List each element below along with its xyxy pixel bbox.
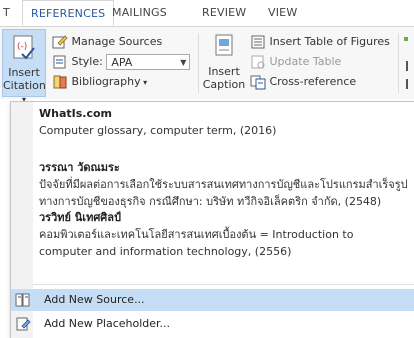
svg-text:(-): (-) (17, 42, 27, 52)
insert-caption-icon (215, 34, 233, 56)
tab-mailings[interactable]: MAILINGS (112, 0, 167, 26)
update-table-icon (251, 55, 265, 69)
style-select-value: APA (111, 56, 133, 69)
tab-review[interactable]: REVIEW (202, 0, 246, 26)
insert-citation-dropdown: WhatIs.com Computer glossary, computer t… (10, 101, 414, 338)
insert-table-of-figures-button[interactable]: Insert Table of Figures (250, 33, 390, 51)
tab-partial[interactable]: T (3, 0, 10, 26)
partial-label-mark (406, 79, 408, 89)
source-detail: Computer glossary, computer term, (2016) (39, 124, 277, 137)
update-table-button[interactable]: Update Table (250, 53, 341, 71)
chevron-down-icon: ▾ (140, 78, 148, 87)
source-detail: ทางการบัญชีของธุรกิจ กรณีศึกษา: บริษัท ท… (39, 195, 382, 208)
add-placeholder-icon (16, 317, 31, 331)
table-of-figures-icon (251, 35, 265, 49)
update-table-label: Update Table (269, 55, 342, 68)
chevron-down-icon: ▼ (180, 58, 187, 67)
bibliography-button[interactable]: Bibliography ▾ (52, 73, 147, 91)
cross-reference-button[interactable]: Cross-reference (250, 73, 356, 91)
insert-caption-label-2: Caption (202, 78, 246, 91)
add-new-placeholder-label: Add New Placeholder... (44, 317, 171, 330)
insert-citation-icon: (-) (13, 35, 35, 60)
source-detail: ปัจจัยที่มีผลต่อการเลือกใช้ระบบสารสนเทศท… (39, 178, 408, 191)
bibliography-icon (53, 75, 67, 89)
ribbon-panel: (-) Insert Citation ▾ Manage Sources Sty… (0, 27, 414, 104)
bibliography-label: Bibliography (71, 75, 141, 88)
source-item[interactable]: WhatIs.com Computer glossary, computer t… (39, 106, 410, 139)
tab-view[interactable]: VIEW (268, 0, 297, 26)
source-detail: computer and information technology, (25… (39, 245, 292, 258)
style-icon (53, 55, 66, 69)
style-select[interactable]: APA ▼ (106, 54, 191, 70)
source-author: WhatIs.com (39, 107, 113, 120)
ribbon-divider (198, 33, 199, 93)
menu-separator (33, 284, 414, 285)
partial-group-icon (404, 37, 408, 41)
insert-caption-button[interactable]: Insert Caption (202, 33, 246, 97)
ribbon-divider (398, 33, 399, 93)
source-author: วรวิทย์ นิเทศศิลป์ (39, 211, 122, 224)
source-detail: คอมพิวเตอร์และเทคโนโลยีสารสนเทศเบื้องต้น… (39, 228, 354, 241)
manage-sources-label: Manage Sources (71, 35, 163, 48)
cross-reference-label: Cross-reference (269, 75, 357, 88)
insert-citation-button[interactable]: (-) Insert Citation ▾ (2, 29, 46, 104)
manage-sources-icon (52, 35, 68, 49)
partial-label-mark (406, 61, 408, 71)
source-item[interactable]: วรวิทย์ นิเทศศิลป์ คอมพิวเตอร์และเทคโนโล… (39, 210, 410, 260)
ribbon-tab-strip: T REFERENCES MAILINGS REVIEW VIEW (0, 0, 414, 27)
style-row: Style: APA ▼ (52, 53, 191, 71)
insert-caption-label-1: Insert (208, 65, 240, 78)
add-new-source-label: Add New Source... (44, 293, 145, 306)
cross-reference-icon (250, 75, 266, 90)
add-new-placeholder-item[interactable]: Add New Placeholder... (11, 313, 414, 335)
add-new-source-item[interactable]: Add New Source... (11, 289, 414, 311)
insert-citation-label-1: Insert (8, 66, 40, 79)
add-source-icon (15, 293, 30, 307)
source-item[interactable]: วรรณา วัดณมระ ปัจจัยที่มีผลต่อการเลือกใช… (39, 160, 410, 210)
source-author: วรรณา วัดณมระ (39, 161, 120, 174)
style-label: Style: (71, 55, 103, 68)
tab-references[interactable]: REFERENCES (22, 0, 115, 26)
manage-sources-button[interactable]: Manage Sources (52, 33, 162, 51)
insert-table-of-figures-label: Insert Table of Figures (269, 35, 390, 48)
